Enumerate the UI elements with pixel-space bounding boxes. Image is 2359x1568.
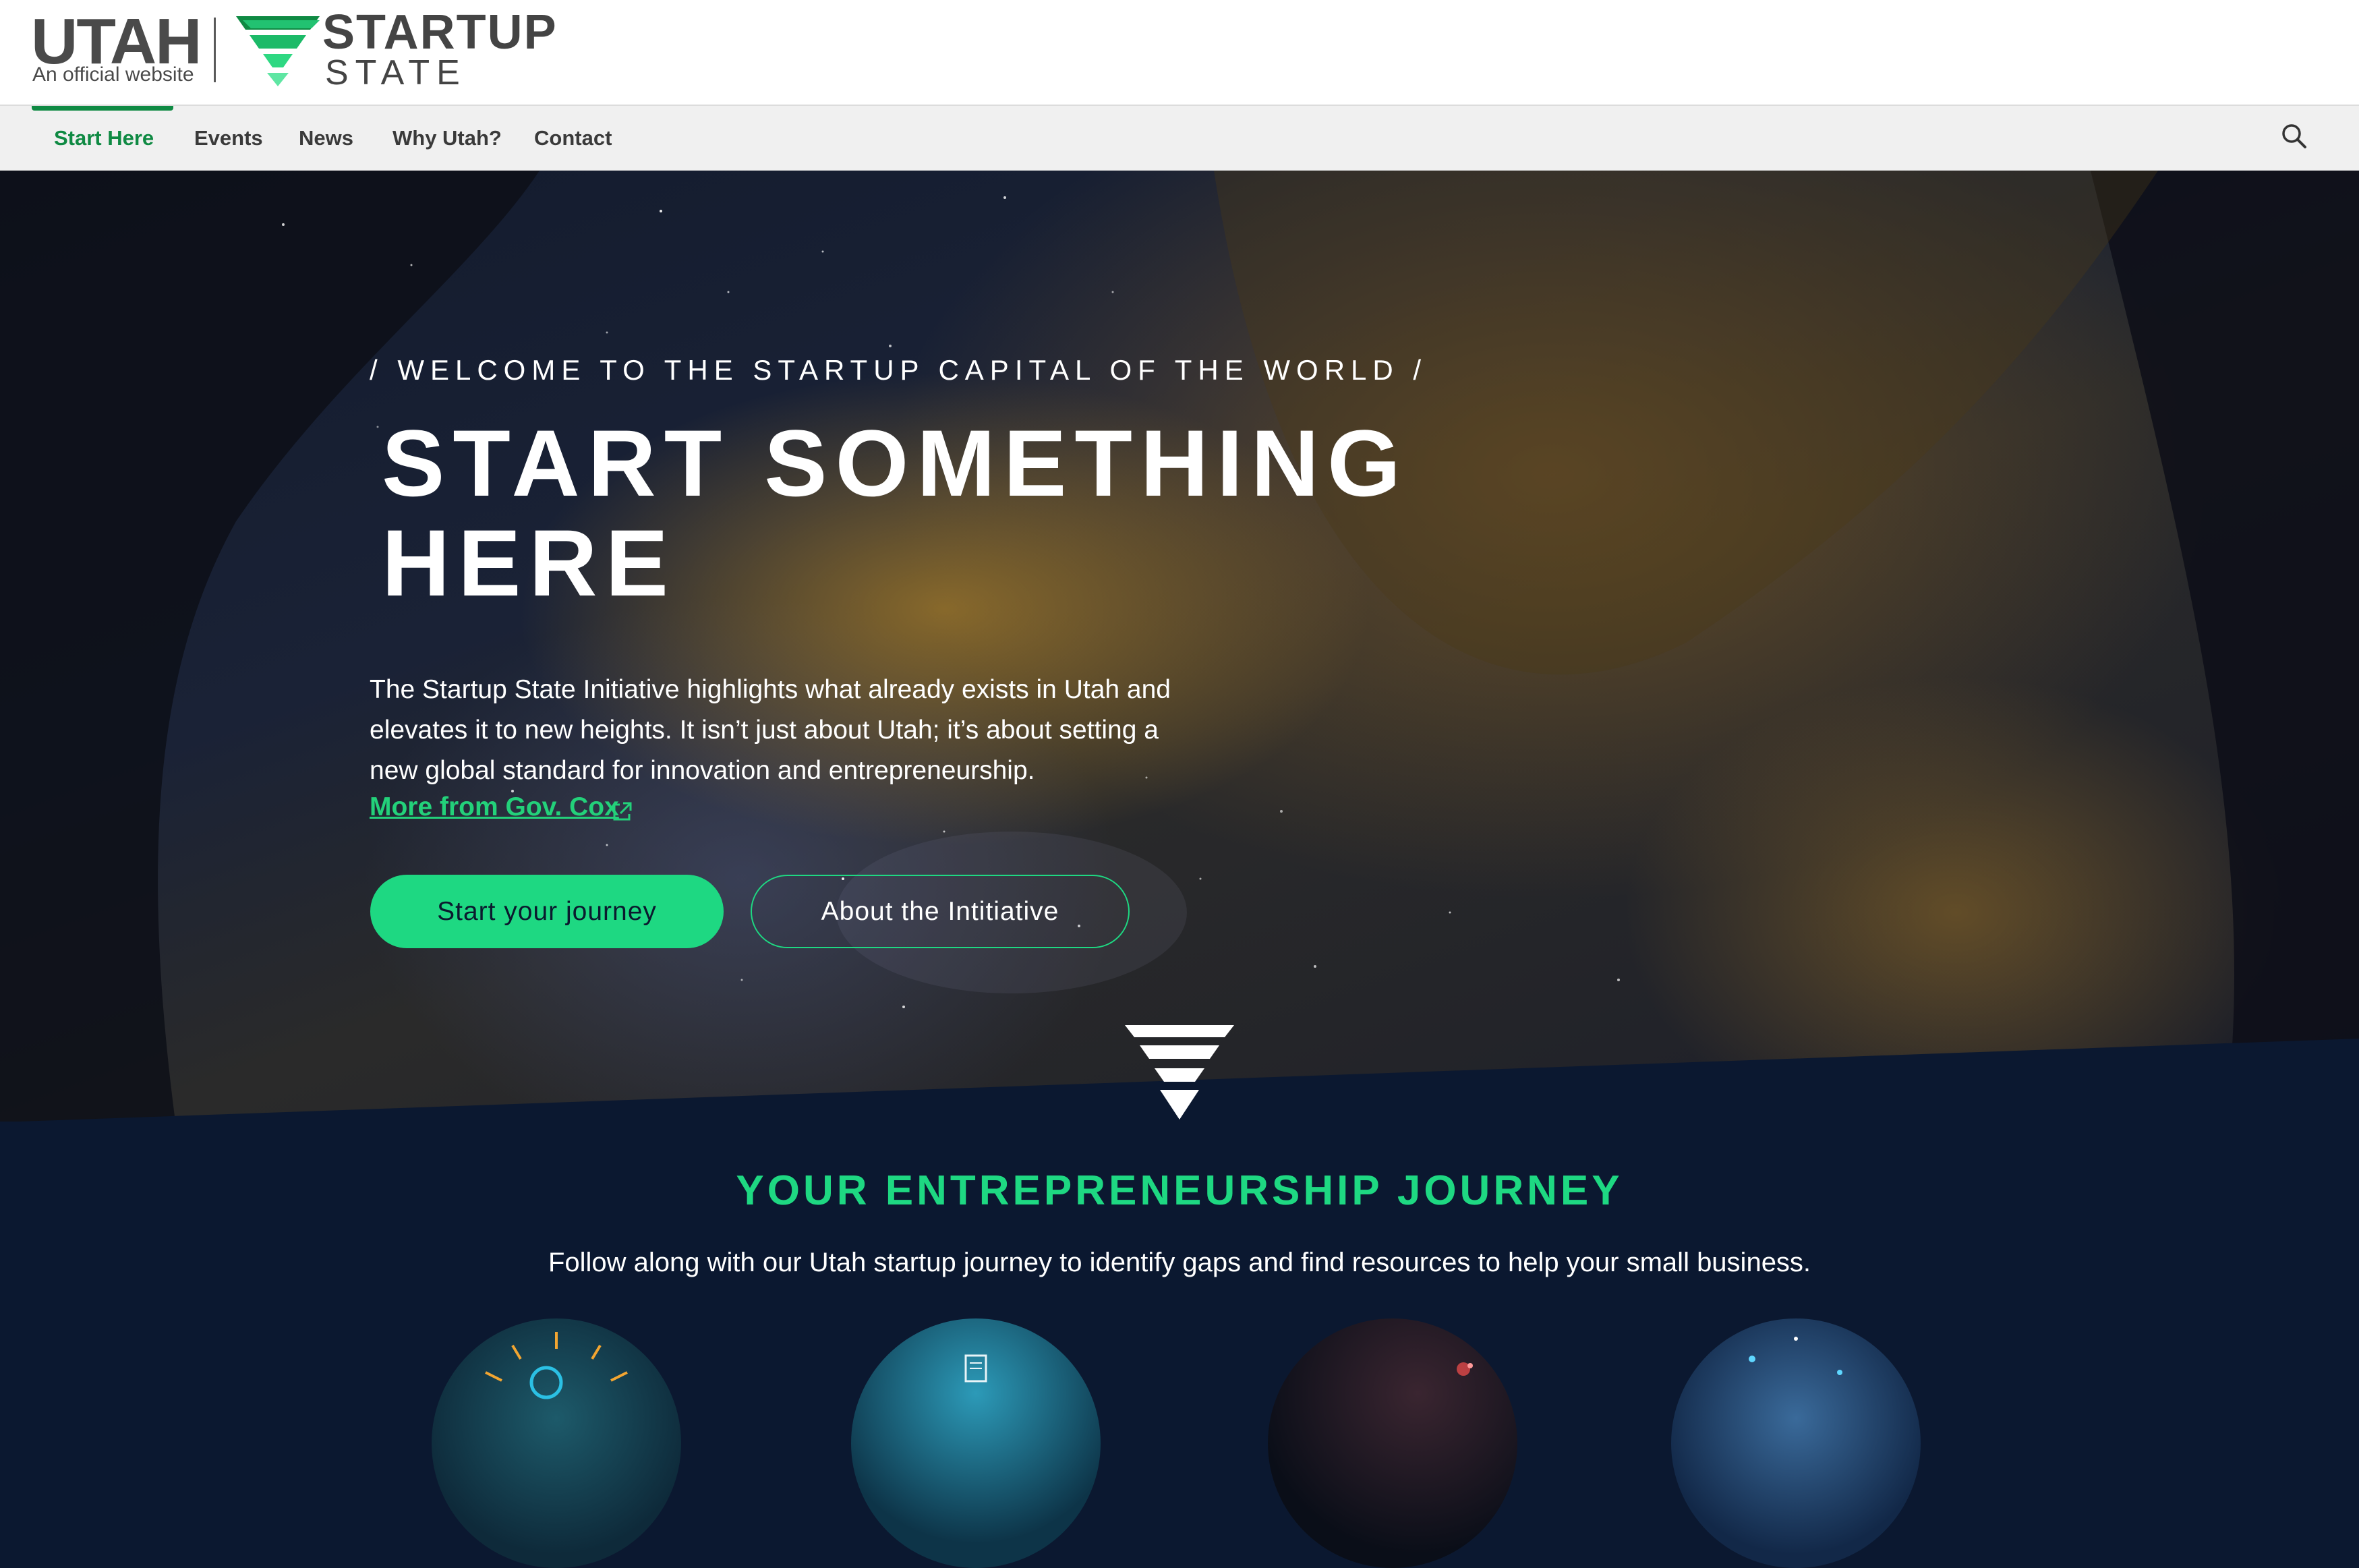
hero-title-line-2: HERE (382, 510, 676, 616)
utah-tagline: An official website (32, 63, 194, 86)
search-icon[interactable] (2279, 121, 2309, 151)
journey-subtitle: Follow along with our Utah startup journ… (548, 1248, 1811, 1277)
hero-eyebrow: / WELCOME TO THE STARTUP CAPITAL OF THE … (370, 354, 1428, 386)
hero-description: The Startup State Initiative highlights … (370, 675, 1171, 785)
hero-title-line-1: START SOMETHING (382, 410, 1409, 516)
nav-item-events[interactable]: Events (194, 106, 263, 170)
glowing-lights-icon (1457, 1362, 1473, 1376)
about-initiative-button[interactable]: About the Intitiative (751, 875, 1130, 948)
nav-item-start-here[interactable]: Start Here (54, 106, 154, 170)
gov-cox-link[interactable]: More from Gov. Cox (370, 792, 619, 822)
journey-step-image-2[interactable] (851, 1318, 1101, 1568)
startup-state-logo-icon[interactable] (236, 16, 320, 86)
document-icon (964, 1354, 987, 1383)
network-dots-icon (1749, 1337, 1842, 1375)
start-journey-button[interactable]: Start your journey (370, 875, 724, 948)
lightbulb-idea-icon (485, 1332, 628, 1399)
nav-item-contact[interactable]: Contact (534, 106, 612, 170)
hero-section: / WELCOME TO THE STARTUP CAPITAL OF THE … (0, 171, 2359, 1122)
nav-item-news[interactable]: News (299, 106, 353, 170)
journey-step-image-3[interactable] (1268, 1318, 1517, 1568)
night-sky-background (0, 171, 2359, 1122)
logo-divider (214, 18, 216, 82)
main-nav: Start Here Events News Why Utah? Contact (0, 106, 2359, 171)
site-header: UTAH An official website STARTUP STATE (0, 0, 2359, 106)
hero-title: START SOMETHING HERE (382, 413, 1528, 613)
external-link-icon[interactable] (610, 801, 633, 823)
startup-state-emblem-icon (1125, 1025, 1234, 1120)
journey-title: YOUR ENTREPRENEURSHIP JOURNEY (736, 1167, 1623, 1214)
journey-step-image-4[interactable] (1671, 1318, 1921, 1568)
logo-startup-text[interactable]: STARTUP (322, 5, 558, 59)
logo-state-text[interactable]: STATE (325, 53, 467, 93)
nav-item-why-utah[interactable]: Why Utah? (392, 106, 502, 170)
journey-step-image-1[interactable] (432, 1318, 681, 1568)
